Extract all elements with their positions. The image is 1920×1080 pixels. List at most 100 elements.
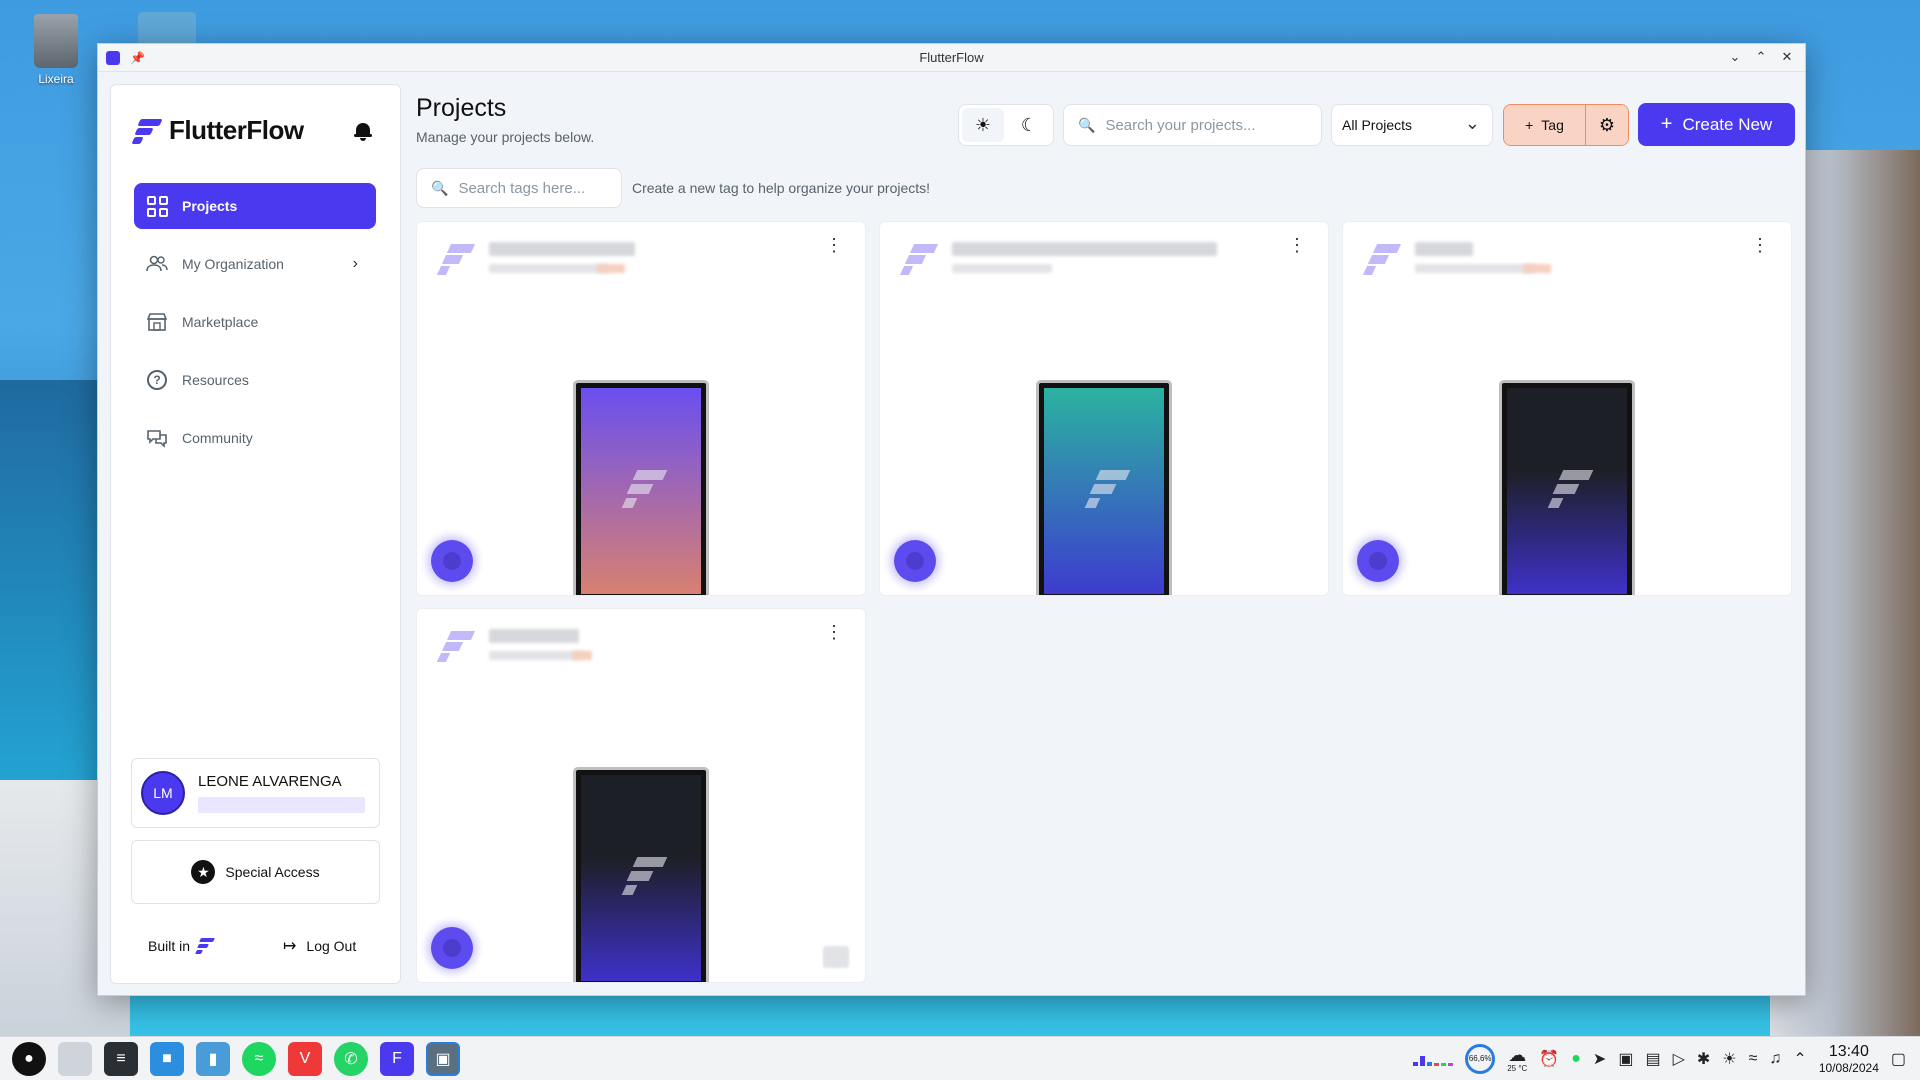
alarm-icon[interactable]: ⏰ (1539, 1049, 1559, 1069)
spotify-icon[interactable]: ≈ (242, 1041, 276, 1076)
start-menu-icon[interactable]: ● (12, 1041, 46, 1076)
project-search[interactable]: 🔍 (1063, 104, 1322, 146)
app-window: 📌 FlutterFlow ⌄ ⌃ ✕ FlutterFlow Projects… (97, 43, 1806, 996)
sidebar-item-label: Resources (182, 372, 249, 388)
cpu-usage-indicator[interactable]: 66,6% (1465, 1044, 1496, 1074)
chat-icon (146, 427, 168, 449)
page-title: Projects (416, 94, 507, 122)
project-logo-icon (436, 240, 476, 278)
project-filter-value: All Projects (1342, 117, 1413, 133)
maximize-icon[interactable]: ⌃ (1753, 48, 1769, 66)
clock-time: 13:40 (1828, 1043, 1869, 1060)
logout-button[interactable]: ↦ Log Out (283, 936, 356, 956)
sidebar-item-label: Projects (182, 198, 238, 214)
screenshot-app-icon[interactable]: ▣ (426, 1041, 460, 1076)
add-tag-button[interactable]: + Tag (1504, 105, 1586, 145)
close-icon[interactable]: ✕ (1779, 48, 1795, 66)
project-meta-redacted (489, 264, 609, 273)
terminal-icon[interactable]: ▣ (1618, 1049, 1633, 1069)
flutterflow-mini-logo-icon (195, 937, 215, 955)
desktop-folder-icon[interactable] (138, 12, 196, 46)
window-titlebar[interactable]: 📌 FlutterFlow ⌄ ⌃ ✕ (98, 44, 1805, 72)
more-options-icon[interactable]: ⋮ (825, 236, 843, 254)
project-filter-select[interactable]: All Projects ⌄ (1331, 104, 1493, 146)
workspace-switcher-icon[interactable] (58, 1041, 92, 1076)
brightness-icon[interactable]: ☀ (1722, 1049, 1736, 1069)
flutterflow-watermark-icon (621, 853, 668, 899)
project-search-input[interactable] (1105, 116, 1306, 134)
project-card[interactable]: ⋮ (1342, 221, 1792, 596)
sidebar-item-my-organization[interactable]: My Organization › (134, 241, 376, 287)
file-manager-icon[interactable]: ▮ (196, 1041, 230, 1076)
spotify-tray-icon[interactable]: ● (1571, 1050, 1581, 1068)
project-owner-avatar (1357, 540, 1399, 582)
tag-settings-button[interactable]: ⚙ (1586, 105, 1628, 145)
project-preview-phone (1039, 383, 1169, 595)
volume-icon[interactable]: ♫ (1769, 1050, 1781, 1068)
project-card[interactable]: ⋮ (416, 221, 866, 596)
add-tag-label: Tag (1541, 117, 1564, 133)
more-options-icon[interactable]: ⋮ (825, 623, 843, 641)
telegram-icon[interactable]: ➤ (1593, 1049, 1606, 1069)
collaborator-badge (823, 946, 849, 968)
search-icon: 🔍 (431, 179, 449, 196)
clock[interactable]: 13:40 10/08/2024 (1819, 1043, 1879, 1075)
project-card[interactable]: ⋮ (879, 221, 1329, 596)
sidebar-item-resources[interactable]: ? Resources (134, 357, 376, 403)
media-play-icon[interactable]: ▷ (1673, 1049, 1685, 1069)
sidebar-item-projects[interactable]: Projects (134, 183, 376, 229)
weather-widget[interactable]: ☁ 25 °C (1507, 1046, 1527, 1073)
theme-toggle: ☀ ☾ (958, 104, 1054, 146)
project-logo-icon (436, 627, 476, 665)
logout-icon: ↦ (283, 938, 297, 955)
bluetooth-icon[interactable]: ✱ (1697, 1049, 1710, 1069)
store-app-icon[interactable]: ■ (150, 1041, 184, 1076)
special-access-button[interactable]: ★ Special Access (131, 840, 380, 904)
more-options-icon[interactable]: ⋮ (1751, 236, 1769, 254)
system-monitor-graph (1413, 1052, 1454, 1066)
settings-app-icon[interactable]: ≡ (104, 1041, 138, 1076)
flutterflow-app-icon[interactable]: F (380, 1041, 414, 1076)
project-meta-redacted (1415, 264, 1535, 273)
desktop-trash[interactable]: Lixeira (24, 10, 88, 86)
more-options-icon[interactable]: ⋮ (1288, 236, 1306, 254)
plus-icon: + (1660, 113, 1673, 135)
cloud-icon: ☁ (1508, 1044, 1527, 1065)
temperature-label: 25 °C (1507, 1063, 1528, 1073)
sidebar-item-community[interactable]: Community (134, 415, 376, 461)
grid-icon (146, 195, 168, 217)
light-mode-icon[interactable]: ☀ (962, 108, 1004, 142)
tray-expand-icon[interactable]: ⌃ (1793, 1049, 1806, 1069)
brand[interactable]: FlutterFlow (131, 115, 304, 146)
user-card[interactable]: LM LEONE ALVARENGA (131, 758, 380, 828)
minimize-icon[interactable]: ⌄ (1727, 48, 1743, 66)
project-card[interactable]: ⋮ (416, 608, 866, 983)
vivaldi-icon[interactable]: V (288, 1041, 322, 1076)
sidebar-item-marketplace[interactable]: Marketplace (134, 299, 376, 345)
page-subtitle: Manage your projects below. (416, 129, 595, 145)
tag-search-input[interactable] (458, 179, 609, 197)
show-desktop-icon[interactable]: ▢ (1891, 1049, 1906, 1069)
user-email-redacted (198, 797, 365, 813)
project-owner-avatar (431, 540, 473, 582)
tag-search[interactable]: 🔍 (416, 168, 622, 208)
whatsapp-icon[interactable]: ✆ (334, 1041, 368, 1076)
project-meta-accent (1523, 264, 1551, 273)
notification-bell-icon[interactable] (354, 121, 372, 141)
built-in-flutterflow[interactable]: Built in (148, 937, 215, 955)
clipboard-icon[interactable]: ▤ (1645, 1049, 1660, 1069)
create-new-button[interactable]: + Create New (1638, 103, 1795, 146)
desktop-trash-label: Lixeira (38, 72, 74, 86)
user-name: LEONE ALVARENGA (198, 773, 342, 790)
project-name-redacted (1415, 242, 1473, 256)
gear-icon: ⚙ (1598, 114, 1616, 135)
trash-icon (34, 14, 78, 68)
dark-mode-icon[interactable]: ☾ (1008, 108, 1050, 142)
users-icon (146, 253, 168, 275)
wifi-icon[interactable]: ≈ (1749, 1050, 1758, 1068)
special-access-label: Special Access (225, 864, 320, 880)
sidebar-item-label: My Organization (182, 256, 284, 272)
flutterflow-watermark-icon (1084, 466, 1131, 512)
clock-date: 10/08/2024 (1818, 1061, 1879, 1075)
taskbar: ● ≡ ■ ▮ ≈ V ✆ F ▣ 66,6% ☁ 25 °C ⏰ ● ➤ ▣ … (0, 1036, 1920, 1080)
